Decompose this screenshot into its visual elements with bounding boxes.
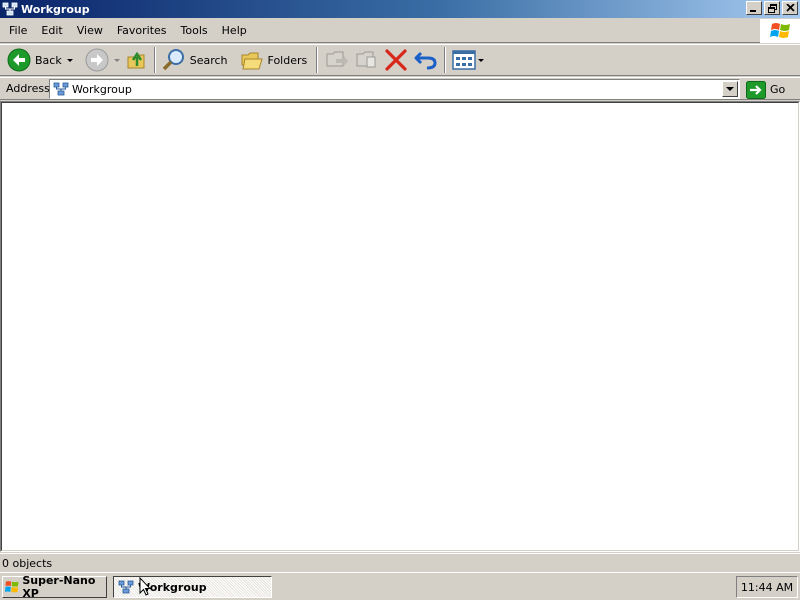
address-bar: Address Workgroup Go — [0, 77, 800, 100]
delete-x-icon — [385, 49, 407, 71]
views-button[interactable] — [449, 46, 487, 74]
folder-content-area[interactable] — [0, 101, 800, 552]
search-label: Search — [189, 53, 228, 67]
network-workgroup-icon — [53, 82, 69, 96]
toolbar-separator — [444, 47, 447, 73]
folder-up-icon — [127, 51, 145, 69]
up-button[interactable] — [123, 46, 151, 74]
restore-button[interactable] — [764, 1, 780, 15]
copy-to-button[interactable] — [351, 46, 381, 74]
back-label: Back — [35, 53, 62, 67]
standard-toolbar: Back Search Folders — [0, 44, 800, 76]
minimize-icon — [750, 10, 756, 12]
go-button[interactable]: Go — [746, 80, 785, 99]
undo-button[interactable] — [411, 46, 441, 74]
windows-logo-icon — [5, 581, 19, 593]
menu-file[interactable]: File — [0, 21, 34, 41]
title-bar[interactable]: Workgroup — [0, 0, 800, 18]
back-arrow-icon — [7, 48, 31, 72]
menu-view[interactable]: View — [70, 21, 110, 41]
forward-button[interactable] — [82, 46, 123, 74]
address-value: Workgroup — [72, 82, 132, 96]
move-to-button[interactable] — [321, 46, 351, 74]
window-title: Workgroup — [21, 2, 90, 16]
taskbar-button-workgroup[interactable]: Workgroup — [113, 576, 272, 598]
search-button[interactable]: Search — [159, 46, 231, 74]
magnifier-icon — [162, 49, 184, 71]
forward-dropdown-arrow-icon[interactable] — [113, 58, 120, 62]
menu-bar: File Edit View Favorites Tools Help — [0, 19, 800, 43]
address-dropdown-button[interactable] — [722, 81, 738, 97]
chevron-down-icon — [726, 87, 734, 91]
mouse-cursor-icon — [139, 577, 151, 596]
network-workgroup-icon — [2, 2, 18, 16]
move-to-icon — [326, 51, 349, 67]
menu-edit[interactable]: Edit — [34, 21, 69, 41]
close-button[interactable] — [782, 1, 798, 15]
back-dropdown-arrow-icon[interactable] — [66, 58, 73, 62]
system-tray: 11:44 AM — [736, 576, 798, 598]
address-input[interactable]: Workgroup — [49, 79, 740, 99]
address-label: Address — [6, 82, 50, 95]
start-label: Super-Nano XP — [22, 574, 96, 600]
copy-to-icon — [356, 51, 376, 68]
views-dropdown-arrow-icon[interactable] — [478, 58, 485, 62]
network-workgroup-icon — [118, 580, 134, 594]
undo-icon — [414, 51, 437, 70]
back-button[interactable]: Back — [4, 46, 76, 74]
menu-tools[interactable]: Tools — [174, 21, 215, 41]
content-inner-border — [1, 102, 799, 551]
start-button[interactable]: Super-Nano XP — [2, 574, 107, 600]
folders-button[interactable]: Folders — [237, 46, 311, 74]
menu-favorites[interactable]: Favorites — [110, 21, 174, 41]
delete-button[interactable] — [381, 46, 411, 74]
restore-icon — [767, 3, 777, 13]
toolbar-separator — [153, 47, 156, 73]
minimize-button[interactable] — [746, 1, 762, 15]
forward-arrow-icon — [85, 48, 109, 72]
windows-logo-throbber — [760, 19, 800, 43]
window-controls — [746, 1, 798, 15]
status-text: 0 objects — [2, 556, 53, 570]
go-label: Go — [770, 83, 786, 96]
views-icon — [452, 50, 476, 70]
taskbar: Super-Nano XP Workgroup 11:44 AM — [0, 572, 800, 600]
go-arrow-icon — [746, 80, 766, 99]
clock[interactable]: 11:44 AM — [741, 581, 793, 594]
close-icon — [785, 4, 795, 12]
windows-logo-icon — [769, 23, 790, 38]
menu-help[interactable]: Help — [215, 21, 254, 41]
toolbar-separator — [316, 47, 319, 73]
status-bar: 0 objects — [0, 553, 800, 572]
folders-label: Folders — [267, 53, 308, 67]
folders-icon — [241, 52, 263, 70]
